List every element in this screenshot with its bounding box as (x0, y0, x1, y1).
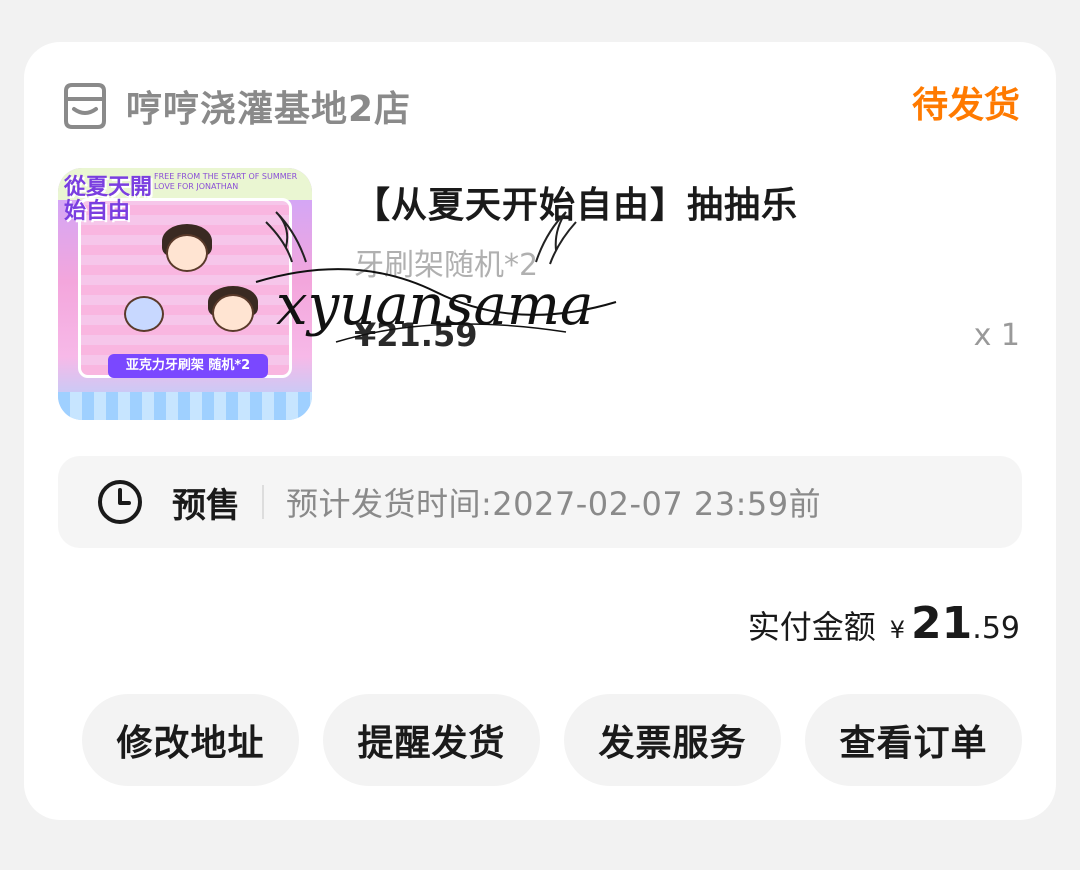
order-card[interactable]: 哼哼浇灌基地2店 待发货 FREE FROM THE START OF SUMM… (24, 42, 1056, 820)
payment-summary: 实付金额 ¥ 21 .59 (748, 598, 1020, 649)
view-order-button[interactable]: 查看订单 (805, 694, 1022, 786)
character-face (212, 294, 254, 332)
thumbnail-title: 從夏天開始自由 (64, 175, 153, 224)
presale-info: 预售 预计发货时间:2027-02-07 23:59前 (58, 456, 1022, 548)
thumbnail-banner: 亚克力牙刷架 随机*2 (108, 354, 268, 378)
invoice-service-button[interactable]: 发票服务 (564, 694, 781, 786)
product-thumbnail[interactable]: FREE FROM THE START OF SUMMER LOVE FOR J… (58, 168, 312, 420)
modify-address-button[interactable]: 修改地址 (82, 694, 299, 786)
presale-ship-time: 预计发货时间:2027-02-07 23:59前 (286, 485, 822, 523)
shop-header[interactable]: 哼哼浇灌基地2店 (60, 80, 411, 132)
store-icon (64, 83, 106, 129)
presale-label: 预售 (172, 485, 240, 526)
paid-amount-integer: 21 (911, 598, 973, 649)
character-face (124, 296, 164, 332)
shop-name[interactable]: 哼哼浇灌基地2店 (126, 80, 411, 132)
product-quantity: x 1 (973, 318, 1020, 353)
thumbnail-bottom-strip (58, 392, 312, 420)
product-price: ¥21.59 (354, 316, 478, 354)
character-face (166, 234, 208, 272)
paid-amount-label: 实付金额 (747, 608, 876, 646)
paid-amount-decimal: .59 (972, 611, 1020, 646)
currency-symbol: ¥ (889, 616, 906, 644)
product-sku: 牙刷架随机*2 (354, 248, 539, 283)
order-status: 待发货 (911, 85, 1020, 126)
order-actions: 修改地址 提醒发货 发票服务 查看订单 (82, 694, 1022, 786)
product-title[interactable]: 【从夏天开始自由】抽抽乐 (354, 176, 798, 228)
clock-icon (98, 480, 142, 524)
presale-divider (262, 485, 264, 519)
thumbnail-header-text: FREE FROM THE START OF SUMMER LOVE FOR J… (154, 172, 298, 191)
remind-shipping-button[interactable]: 提醒发货 (323, 694, 540, 786)
